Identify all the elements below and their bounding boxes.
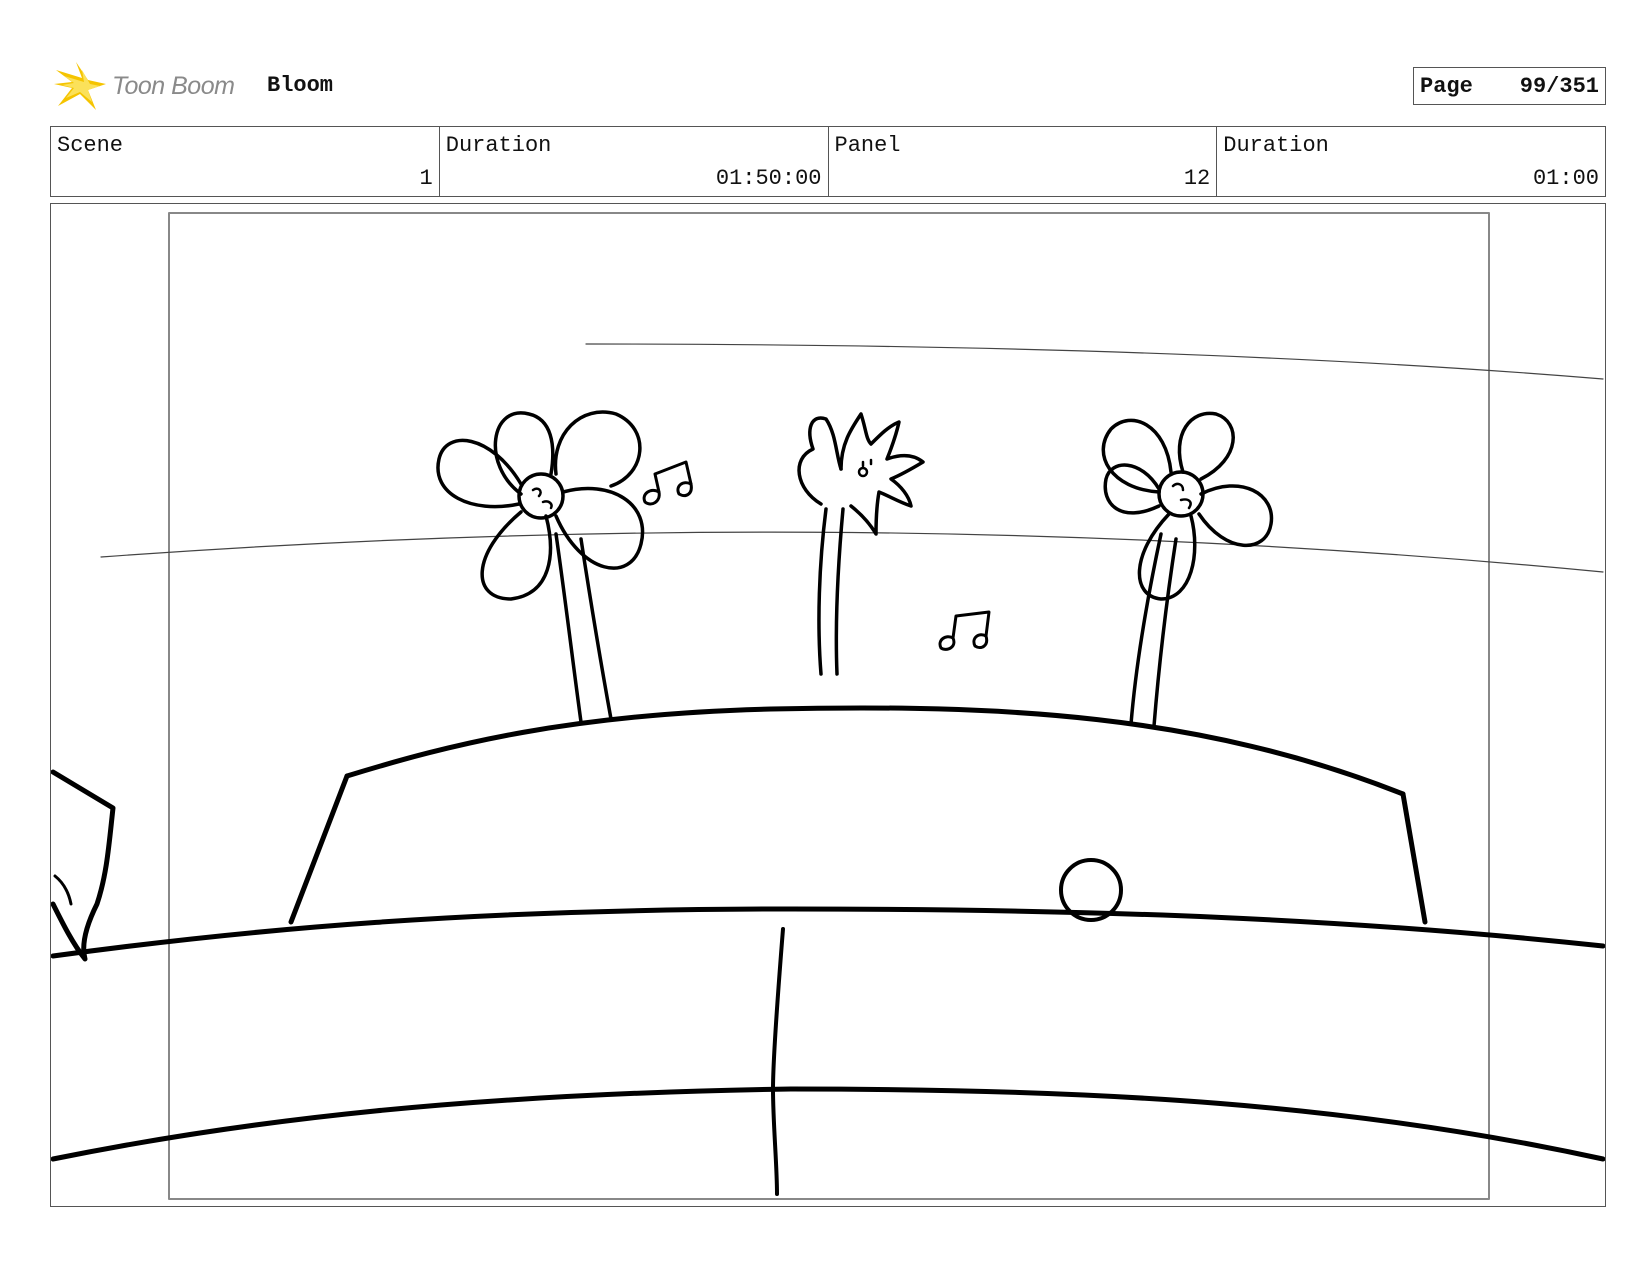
planter-right-side xyxy=(1400,791,1428,925)
scene-value: 1 xyxy=(419,166,433,191)
music-note-left xyxy=(642,460,693,506)
panel-duration-label: Duration xyxy=(1223,133,1329,158)
panel-info-bar: Scene 1 Duration 01:50:00 Panel 12 Durat… xyxy=(50,126,1606,197)
panel-duration-cell: Duration 01:00 xyxy=(1217,127,1605,196)
scene-cell: Scene 1 xyxy=(51,127,440,196)
logo-text: Toon Boom xyxy=(112,71,235,100)
planter-left-side xyxy=(288,773,350,925)
seam-line xyxy=(771,927,785,1196)
sky-line-top xyxy=(585,343,1604,380)
panel-cell: Panel 12 xyxy=(829,127,1218,196)
planter-top xyxy=(344,705,1406,797)
music-note-right xyxy=(938,610,991,651)
scene-duration-value: 01:50:00 xyxy=(715,166,822,191)
toon-boom-star-icon xyxy=(54,62,106,110)
panel-duration-value: 01:00 xyxy=(1532,166,1599,191)
page-number: 99/351 xyxy=(1519,73,1599,99)
flower-left xyxy=(436,410,645,724)
project-title: Bloom xyxy=(267,73,334,98)
scene-duration-label: Duration xyxy=(445,133,552,158)
sky-line-horizon xyxy=(100,531,1604,573)
storyboard-panel xyxy=(50,203,1606,1207)
left-rock xyxy=(51,769,116,962)
panel-value: 12 xyxy=(1183,166,1211,191)
toon-boom-logo: Toon Boom xyxy=(52,58,235,114)
panel-label: Panel xyxy=(834,133,901,158)
page-label: Page xyxy=(1420,73,1473,99)
scene-label: Scene xyxy=(57,133,124,158)
scene-duration-cell: Duration 01:50:00 xyxy=(440,127,829,196)
page-indicator: Page 99/351 xyxy=(1413,67,1606,105)
flower-right xyxy=(1101,411,1274,728)
ground-line-lower xyxy=(51,1086,1605,1162)
panel-sketch xyxy=(51,212,1605,1200)
flower-middle xyxy=(797,412,925,676)
ground-line-upper xyxy=(51,906,1605,959)
